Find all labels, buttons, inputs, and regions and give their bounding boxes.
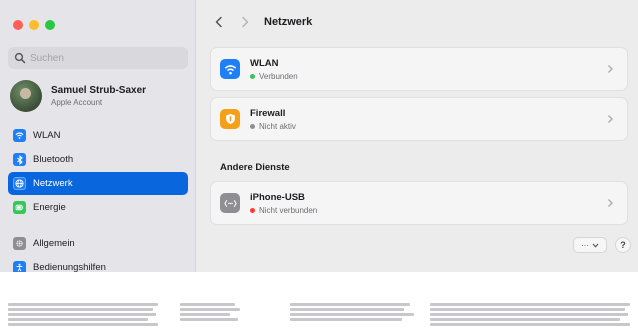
chevron-down-icon [592,243,599,248]
sidebar-item-bluetooth[interactable]: Bluetooth [8,148,188,171]
account-subtitle: Apple Account [51,98,103,107]
wifi-icon [220,59,240,79]
accessibility-icon [13,261,26,272]
blurred-text-block [344,303,414,323]
status-dot [250,123,255,129]
apple-account[interactable]: Samuel Strub-Saxer Apple Account [10,80,146,112]
gear-icon [13,237,26,250]
sidebar: Samuel Strub-Saxer Apple Account WLAN Bl… [0,0,196,272]
blurred-text-block [8,303,158,328]
more-actions-label: ··· [581,240,589,250]
more-actions-button[interactable]: ··· [573,237,607,253]
sidebar-item-bedienungshilfen[interactable]: Bedienungshilfen [8,256,188,272]
search-icon [14,52,26,64]
sidebar-item-label: Bluetooth [33,154,74,165]
service-status: Nicht aktiv [259,121,296,131]
search-field[interactable] [8,47,188,69]
service-status: Nicht verbunden [259,205,318,215]
avatar [10,80,42,112]
status-dot [250,73,255,79]
sidebar-nav: WLAN Bluetooth Netzwerk Energie Allgemei… [8,124,188,272]
blurred-text-block [180,303,240,323]
globe-icon [13,177,26,190]
chevron-right-icon [608,199,613,207]
blurred-text-block [430,303,630,328]
sidebar-item-label: Allgemein [33,238,75,249]
sidebar-item-allgemein[interactable]: Allgemein [8,232,188,255]
back-button[interactable] [212,15,226,29]
sidebar-item-netzwerk[interactable]: Netzwerk [8,172,188,195]
background-text-strip [0,283,638,333]
search-input[interactable] [30,52,180,64]
service-title: iPhone-USB [250,191,305,203]
main-content: Netzwerk WLAN Verbunden Firewall Nicht a… [197,0,638,272]
window-controls [13,20,55,30]
sidebar-item-label: Netzwerk [33,178,73,189]
shield-icon [220,109,240,129]
toolbar: Netzwerk [197,0,638,42]
service-row-wlan[interactable]: WLAN Verbunden [210,47,628,91]
zoom-window-button[interactable] [45,20,55,30]
service-title: Firewall [250,107,286,119]
service-status: Verbunden [259,71,298,81]
chevron-right-icon [608,115,613,123]
usb-icon [220,193,240,213]
sidebar-item-wlan[interactable]: WLAN [8,124,188,147]
account-name: Samuel Strub-Saxer [51,85,147,96]
sidebar-item-energie[interactable]: Energie [8,196,188,219]
system-settings-window: Samuel Strub-Saxer Apple Account WLAN Bl… [0,0,638,272]
page-title: Netzwerk [264,16,313,28]
close-window-button[interactable] [13,20,23,30]
sidebar-item-label: Bedienungshilfen [33,262,106,272]
status-dot [250,207,255,213]
forward-button[interactable] [238,15,252,29]
section-heading-other-services: Andere Dienste [220,162,290,173]
help-button[interactable]: ? [615,237,631,253]
battery-icon [13,201,26,214]
bluetooth-icon [13,153,26,166]
service-title: WLAN [250,57,279,69]
chevron-right-icon [608,65,613,73]
service-row-firewall[interactable]: Firewall Nicht aktiv [210,97,628,141]
sidebar-item-label: WLAN [33,130,61,141]
service-row-iphone-usb[interactable]: iPhone-USB Nicht verbunden [210,181,628,225]
sidebar-item-label: Energie [33,202,66,213]
wifi-icon [13,129,26,142]
minimize-window-button[interactable] [29,20,39,30]
